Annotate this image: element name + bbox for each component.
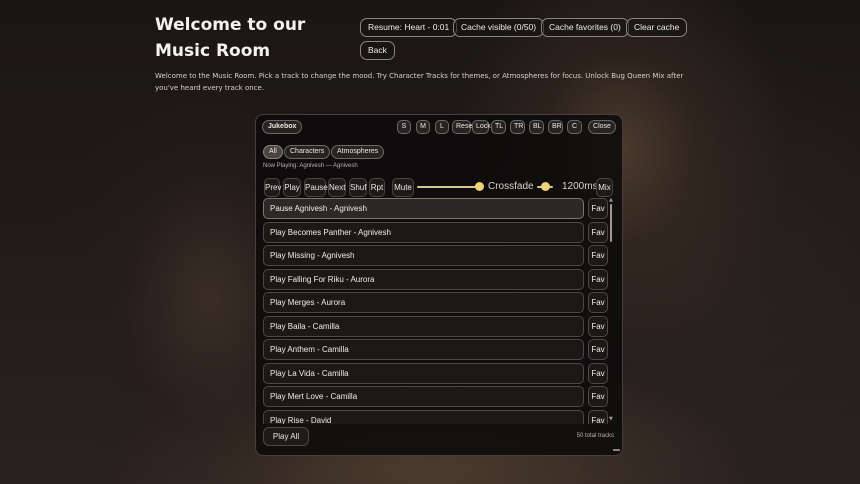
total-tracks: 50 total tracks [576,433,614,439]
crossfade-label: Crossfade [488,181,534,192]
scroll-up-icon[interactable]: ▲ [609,198,613,203]
fav-button[interactable]: Fav [588,268,608,290]
crossfade-slider-knob[interactable] [540,182,550,191]
track-list[interactable]: Pause Agnivesh - Agnivesh Fav Play Becom… [263,198,613,424]
cache-favorites-button[interactable]: Cache favorites (0) [541,18,629,37]
fav-button[interactable]: Fav [588,292,608,313]
track-row: Pause Agnivesh - Agnivesh Fav [263,198,613,219]
size-l-button[interactable]: L [435,120,449,134]
track-button[interactable]: Pause Agnivesh - Agnivesh [263,198,584,219]
track-button[interactable]: Play La Vida - Camilla [263,362,584,384]
dock-br-button[interactable]: BR [548,120,563,134]
track-button[interactable]: Play Becomes Panther - Agnivesh [263,221,584,243]
shuffle-button[interactable]: Shuf [349,178,367,197]
next-button[interactable]: Next [328,178,346,197]
volume-slider-track[interactable] [417,186,483,188]
fav-button[interactable]: Fav [588,386,608,407]
track-button[interactable]: Play Merges - Aurora [263,292,584,313]
track-row: Play Missing - Agnivesh Fav [263,245,613,266]
fav-button[interactable]: Fav [588,409,608,424]
size-s-button[interactable]: S [397,120,411,134]
fav-button[interactable]: Fav [588,362,608,384]
track-button[interactable]: Play Falling For Riku - Aurora [263,268,584,290]
fav-button[interactable]: Fav [588,315,608,337]
close-button[interactable]: Close [588,120,616,134]
track-button[interactable]: Play Anthem - Camilla [263,339,584,360]
play-all-button[interactable]: Play All [263,427,309,446]
scroll-down-icon[interactable]: ▼ [609,417,613,422]
filter-characters[interactable]: Characters [284,145,331,159]
track-row: Play Merges - Aurora Fav [263,292,613,313]
jukebox-title: Jukebox [262,120,303,134]
now-playing: Now Playing: Agnivesh — Agnivesh [263,163,358,169]
track-row: Play La Vida - Camilla Fav [263,362,613,384]
page-title: Welcome to our Music Room [155,15,306,61]
reset-button[interactable]: Reset [452,120,474,134]
play-button[interactable]: Play [283,178,301,197]
track-row: Play Baila - Camilla Fav [263,315,613,337]
filter-all[interactable]: All [263,145,283,159]
mix-button[interactable]: Mix [596,178,613,197]
prev-button[interactable]: Prev [264,178,281,197]
resume-button[interactable]: Resume: Heart - 0:01 [360,18,458,37]
pause-button[interactable]: Pause [304,178,328,197]
track-row: Play Anthem - Camilla Fav [263,339,613,360]
track-button[interactable]: Play Rise - David [263,409,584,424]
repeat-button[interactable]: Rpt [369,178,385,197]
track-button[interactable]: Play Missing - Agnivesh [263,245,584,266]
intro-text: Welcome to the Music Room. Pick a track … [155,72,684,92]
track-row: Play Becomes Panther - Agnivesh Fav [263,221,613,243]
track-button[interactable]: Play Mert Love - Camilla [263,386,584,407]
crossfade-value: 1200ms [562,181,598,192]
mute-button[interactable]: Mute [392,178,414,197]
track-row: Play Rise - David Fav [263,409,613,424]
dock-center-button[interactable]: C [567,120,582,134]
fav-button[interactable]: Fav [588,221,608,243]
fav-button[interactable]: Fav [588,245,608,266]
dock-tl-button[interactable]: TL [491,120,506,134]
back-button[interactable]: Back [360,41,395,60]
clear-cache-button[interactable]: Clear cache [626,18,688,37]
track-row: Play Mert Love - Camilla Fav [263,386,613,407]
dock-tr-button[interactable]: TR [510,120,525,134]
dock-bl-button[interactable]: BL [529,120,544,134]
track-row: Play Falling For Riku - Aurora Fav [263,268,613,290]
fav-button[interactable]: Fav [588,198,608,219]
filter-atmospheres[interactable]: Atmospheres [331,145,385,159]
scroll-thumb[interactable] [610,204,612,242]
track-list-scrollbar[interactable]: ▲ ▼ [609,198,613,424]
fav-button[interactable]: Fav [588,339,608,360]
lock-button[interactable]: Lock [472,120,491,134]
size-m-button[interactable]: M [416,120,430,134]
track-button[interactable]: Play Baila - Camilla [263,315,584,337]
resize-handle-icon[interactable] [613,449,620,451]
cache-visible-button[interactable]: Cache visible (0/50) [453,18,545,37]
